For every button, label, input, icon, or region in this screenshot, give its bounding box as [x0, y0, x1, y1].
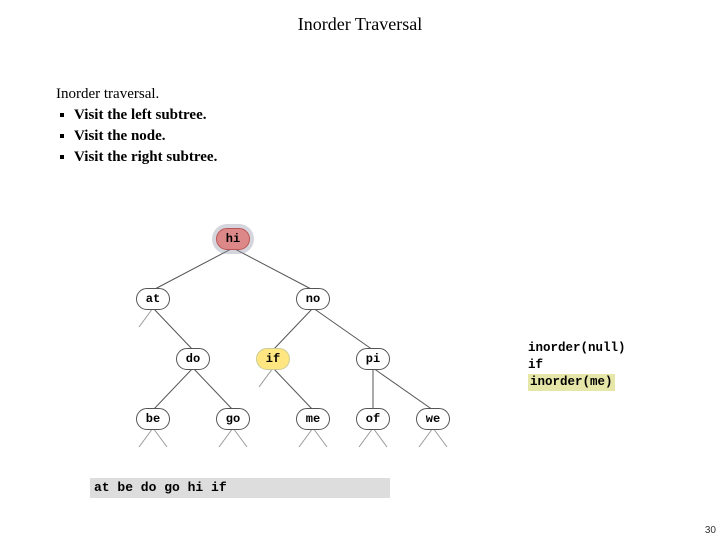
tree-edges [0, 0, 720, 540]
page-number: 30 [705, 525, 716, 536]
output-sequence: at be do go hi if [94, 480, 227, 495]
code-line: if [528, 357, 626, 374]
code-callstack: inorder(null) if inorder(me) [528, 340, 626, 391]
code-line: inorder(null) [528, 340, 626, 357]
code-line: inorder(me) [528, 374, 626, 391]
